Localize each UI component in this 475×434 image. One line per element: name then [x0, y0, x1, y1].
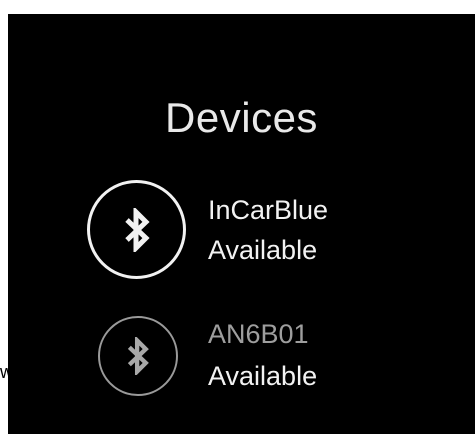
bluetooth-icon: [127, 337, 149, 375]
device-name: InCarBlue: [208, 195, 329, 225]
device-icon-button[interactable]: [87, 180, 186, 279]
device-icon-button[interactable]: [98, 316, 178, 396]
bluetooth-icon: [124, 207, 150, 252]
device-status: Available: [208, 361, 318, 391]
device-name: AN6B01: [208, 319, 309, 349]
page-title: Devices: [165, 94, 318, 141]
offscreen-text-fragment: w: [0, 362, 8, 382]
window-frame: w Devices InCarBlue Available AN6B01 Ava…: [0, 0, 475, 434]
watch-screen: Devices InCarBlue Available AN6B01 Avail…: [8, 14, 475, 434]
device-status: Available: [208, 235, 318, 265]
